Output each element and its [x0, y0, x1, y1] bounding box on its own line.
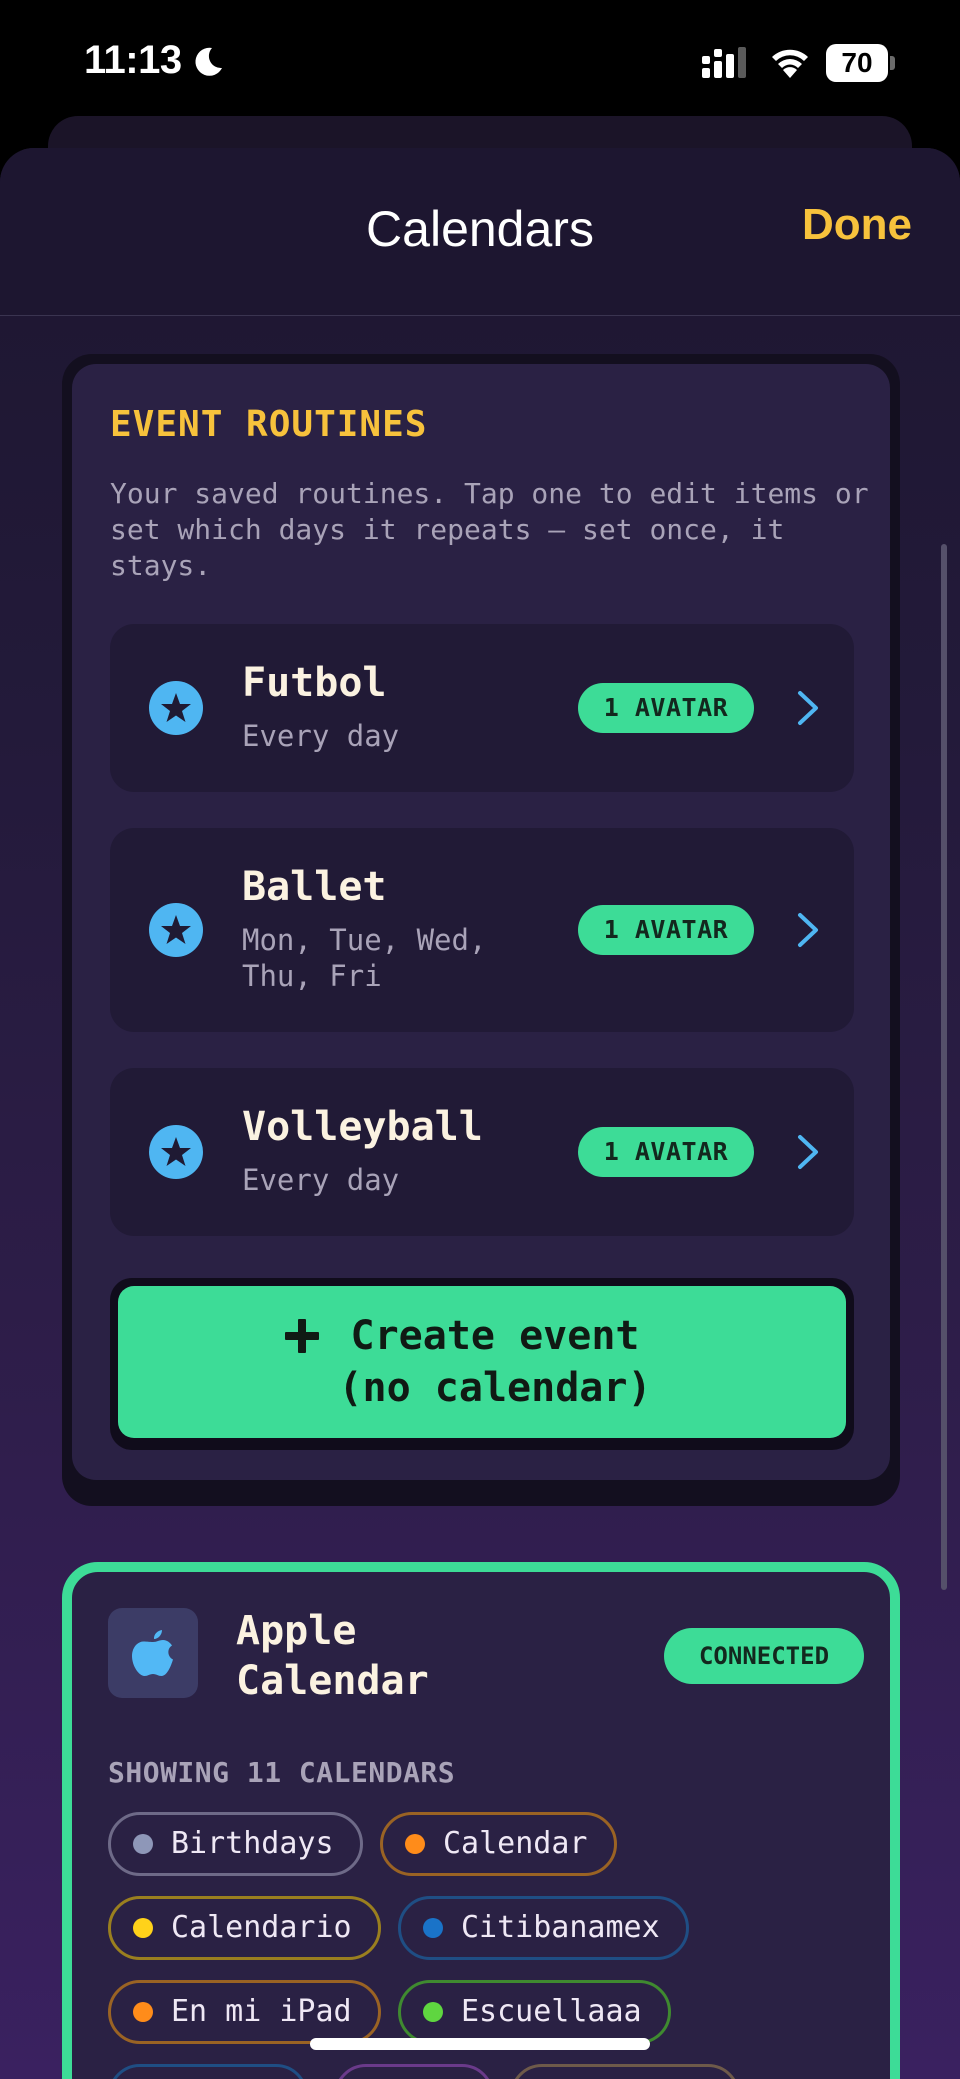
calendar-chip-en-mi-ipad[interactable]: En mi iPad	[108, 1980, 381, 2044]
plus-icon	[285, 1319, 319, 1353]
event-routines-card: EVENT ROUTINES Your saved routines. Tap …	[62, 354, 900, 1506]
scroll-indicator[interactable]	[941, 544, 947, 1590]
color-dot	[423, 1918, 443, 1938]
routine-days: Every day	[242, 1163, 400, 1197]
color-dot	[405, 1834, 425, 1854]
status-bar: 11:13 70	[0, 0, 960, 120]
calendar-chip-label: Escuellaaa	[461, 1994, 642, 2029]
battery-nub	[890, 56, 895, 70]
signal-icon	[702, 47, 746, 78]
section-heading: EVENT ROUTINES	[110, 404, 428, 445]
routine-row-volleyball[interactable]: Volleyball Every day 1 AVATAR	[110, 1068, 854, 1236]
battery-icon: 70	[826, 44, 888, 82]
calendar-chip-label: En mi iPad	[171, 1994, 352, 2029]
calendars-sheet: Calendars Done EVENT ROUTINES Your saved…	[0, 148, 960, 2079]
color-dot	[133, 2002, 153, 2022]
calendar-chip-label: Birthdays	[171, 1826, 334, 1861]
avatar-badge: 1 AVATAR	[578, 1127, 754, 1177]
chevron-right-icon	[798, 691, 818, 725]
calendar-chip-citibanamex[interactable]: Citibanamex	[398, 1896, 689, 1960]
create-event-label: Create event (no calendar)	[338, 1313, 652, 1411]
calendar-chip-partial[interactable]	[334, 2064, 494, 2079]
calendar-chip-label: Citibanamex	[461, 1910, 660, 1945]
chevron-right-icon	[798, 913, 818, 947]
calendar-chip-partial[interactable]	[510, 2064, 740, 2079]
star-icon	[149, 681, 203, 735]
avatar-badge: 1 AVATAR	[578, 683, 754, 733]
routine-name: Futbol	[242, 660, 387, 706]
apple-calendar-title: Apple Calendar	[236, 1608, 429, 1704]
apple-logo-icon	[108, 1608, 198, 1698]
apple-calendar-card[interactable]: Apple Calendar CONNECTED SHOWING 11 CALE…	[62, 1562, 900, 2079]
routine-name: Ballet	[242, 864, 387, 910]
status-time: 11:13	[84, 38, 182, 82]
routine-row-futbol[interactable]: Futbol Every day 1 AVATAR	[110, 624, 854, 792]
showing-calendars-label: SHOWING 11 CALENDARS	[108, 1756, 456, 1789]
nav-bar: Calendars Done	[0, 148, 960, 316]
calendar-chip-label: Calendar	[443, 1826, 588, 1861]
routine-name: Volleyball	[242, 1104, 483, 1150]
calendar-chip-partial[interactable]	[108, 2064, 308, 2079]
done-button[interactable]: Done	[802, 200, 912, 250]
calendar-chip-escuellaaa[interactable]: Escuellaaa	[398, 1980, 671, 2044]
section-description: Your saved routines. Tap one to edit ite…	[110, 477, 869, 582]
connected-status-badge: CONNECTED	[664, 1628, 864, 1684]
color-dot	[133, 1834, 153, 1854]
calendar-chip-label: Calendario	[171, 1910, 352, 1945]
color-dot	[423, 2002, 443, 2022]
chevron-right-icon	[798, 1135, 818, 1169]
avatar-badge: 1 AVATAR	[578, 905, 754, 955]
routine-days: Mon, Tue, Wed, Thu, Fri	[242, 923, 487, 993]
moon-icon	[195, 47, 222, 76]
event-routines-panel: EVENT ROUTINES Your saved routines. Tap …	[72, 364, 890, 1480]
color-dot	[133, 1918, 153, 1938]
routine-days: Every day	[242, 719, 400, 753]
create-event-button-frame: Create event (no calendar)	[110, 1278, 854, 1450]
wifi-icon	[772, 49, 808, 78]
calendar-chip-calendar[interactable]: Calendar	[380, 1812, 617, 1876]
calendar-chip-birthdays[interactable]: Birthdays	[108, 1812, 363, 1876]
routine-row-ballet[interactable]: Ballet Mon, Tue, Wed, Thu, Fri 1 AVATAR	[110, 828, 854, 1032]
home-indicator[interactable]	[310, 2038, 650, 2050]
star-icon	[149, 903, 203, 957]
star-icon	[149, 1125, 203, 1179]
calendar-chip-calendario[interactable]: Calendario	[108, 1896, 381, 1960]
create-event-button[interactable]: Create event (no calendar)	[118, 1286, 846, 1438]
